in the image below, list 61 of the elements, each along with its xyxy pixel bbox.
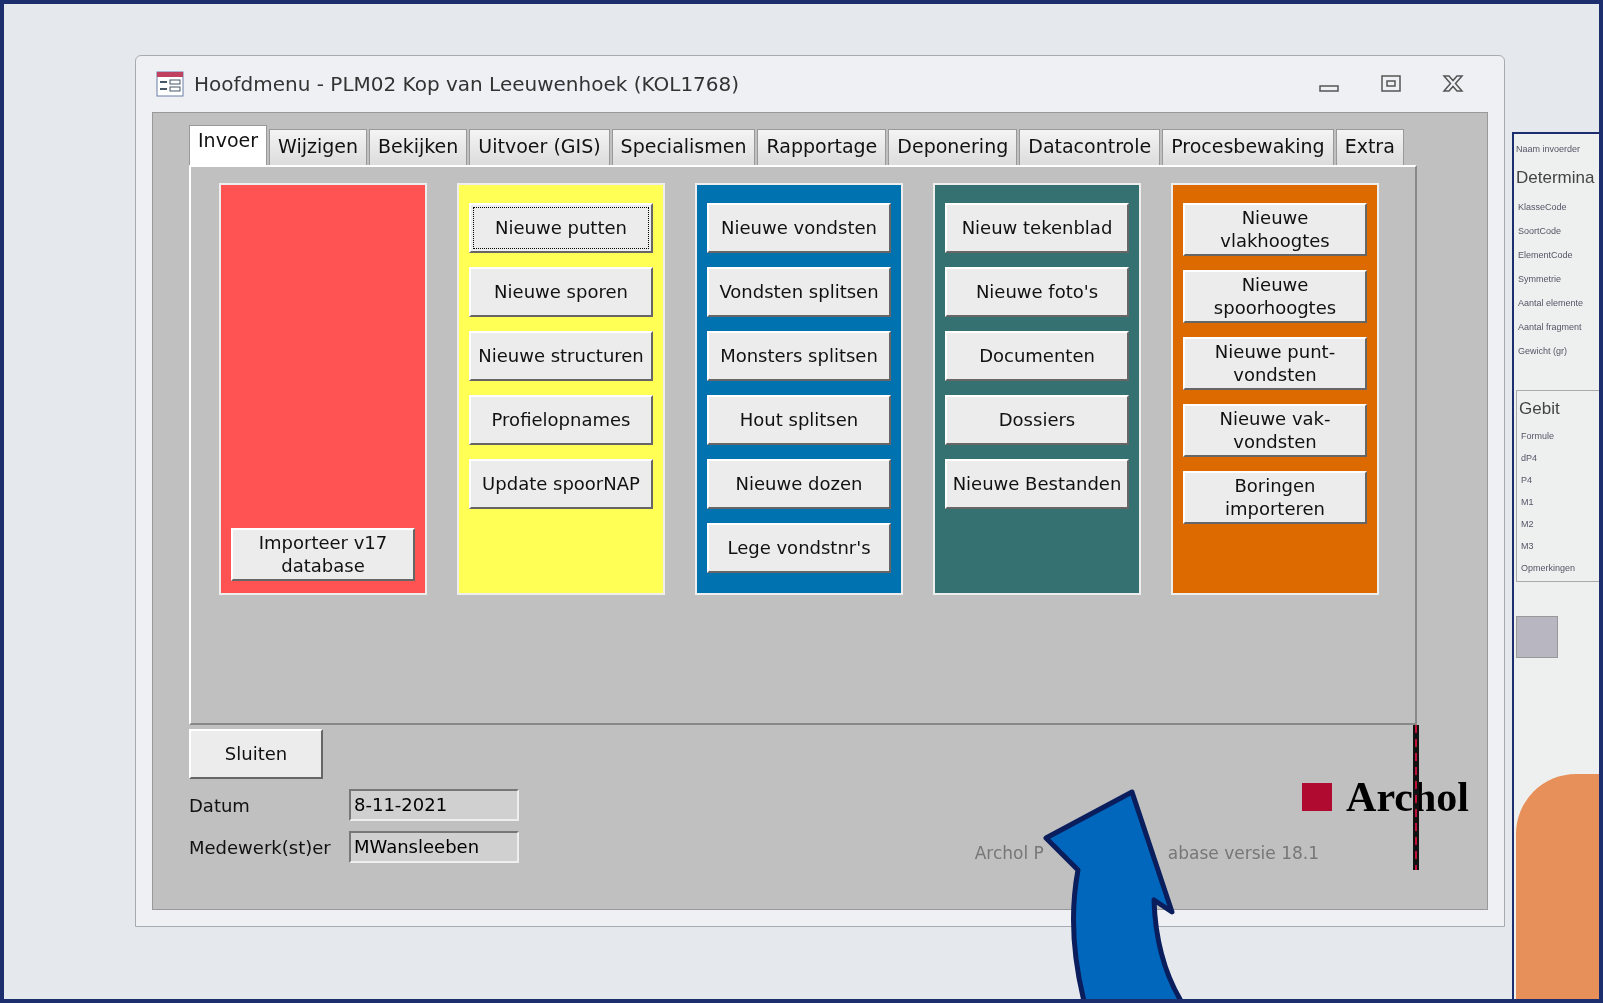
- logo-square-icon: [1302, 783, 1333, 811]
- menu-button[interactable]: Boringen importeren: [1183, 471, 1367, 524]
- field-label: M3: [1520, 541, 1535, 551]
- menu-button[interactable]: Nieuwe vlakhoogtes: [1183, 203, 1367, 256]
- text-field[interactable]: 8-11-2021: [349, 789, 519, 821]
- menu-button[interactable]: Nieuwe Bestanden: [945, 459, 1129, 509]
- field-label: dP4: [1520, 453, 1538, 463]
- close-icon[interactable]: [1442, 73, 1464, 95]
- menu-button[interactable]: Nieuwe sporen: [469, 267, 653, 317]
- menu-button[interactable]: Importeer v17 database: [231, 528, 415, 581]
- tab[interactable]: Extra: [1335, 129, 1404, 165]
- close-button[interactable]: Sluiten: [189, 729, 323, 779]
- menu-button[interactable]: Nieuwe vondsten: [707, 203, 891, 253]
- menu-button[interactable]: Nieuwe punt-vondsten: [1183, 337, 1367, 390]
- restore-icon[interactable]: [1380, 73, 1402, 95]
- menu-button[interactable]: Hout splitsen: [707, 395, 891, 445]
- tab[interactable]: Procesbewaking: [1162, 129, 1334, 165]
- field-label: Formule: [1520, 431, 1555, 441]
- field-label: Medewerk(st)er: [189, 836, 332, 858]
- menu-button[interactable]: Update spoorNAP: [469, 459, 653, 509]
- field-label: ElementCode: [1517, 250, 1574, 260]
- field-label: Naam invoerder: [1516, 144, 1582, 154]
- section-title: Gebit: [1519, 399, 1561, 419]
- tab[interactable]: Rapportage: [757, 129, 887, 165]
- menu-button[interactable]: Monsters splitsen: [707, 331, 891, 381]
- menu-button[interactable]: Nieuwe putten: [469, 203, 653, 253]
- form-icon: [156, 71, 184, 97]
- field-label: SoortCode: [1517, 226, 1563, 236]
- menu-button[interactable]: Vondsten splitsen: [707, 267, 891, 317]
- version-text: Archol P: [974, 843, 1044, 863]
- field-label: Symmetrie: [1517, 274, 1562, 284]
- menu-button[interactable]: Dossiers: [945, 395, 1129, 445]
- menu-button[interactable]: Nieuwe dozen: [707, 459, 891, 509]
- menu-button[interactable]: Documenten: [945, 331, 1129, 381]
- text-field[interactable]: MWansleeben: [349, 831, 519, 863]
- field-label: M2: [1520, 519, 1535, 529]
- menu-button[interactable]: Nieuwe foto's: [945, 267, 1129, 317]
- field-label: KlasseCode: [1517, 202, 1568, 212]
- field-label: Gewicht (gr): [1517, 346, 1568, 356]
- menu-button[interactable]: Nieuwe vak-vondsten: [1183, 404, 1367, 457]
- tab[interactable]: Specialismen: [611, 129, 756, 165]
- field-label: P4: [1520, 475, 1533, 485]
- field-label: Datum: [189, 794, 251, 816]
- section-title: Determina: [1516, 168, 1596, 188]
- version-text: abase versie 18.1: [1167, 843, 1319, 863]
- menu-button[interactable]: Nieuwe spoorhoogtes: [1183, 270, 1367, 323]
- field-label: Opmerkingen: [1520, 563, 1577, 573]
- field-label: Aantal fragment: [1517, 322, 1583, 332]
- field-label: M1: [1520, 497, 1535, 507]
- menu-button[interactable]: Profielopnames: [469, 395, 653, 445]
- menu-button[interactable]: Nieuwe structuren: [469, 331, 653, 381]
- tab[interactable]: Datacontrole: [1019, 129, 1161, 165]
- tab[interactable]: Invoer: [189, 125, 267, 165]
- menu-button[interactable]: Nieuw tekenblad: [945, 203, 1129, 253]
- tab[interactable]: Wijzigen: [269, 129, 367, 165]
- tab[interactable]: Deponering: [888, 129, 1018, 165]
- tab[interactable]: Uitvoer (GIS): [469, 129, 610, 165]
- window-title: Hoofdmenu - PLM02 Kop van Leeuwenhoek (KOL1768): [194, 72, 740, 96]
- field-label: Aantal elemente: [1517, 298, 1585, 308]
- menu-button[interactable]: Lege vondstnr's: [707, 523, 891, 573]
- tab[interactable]: Bekijken: [369, 129, 468, 165]
